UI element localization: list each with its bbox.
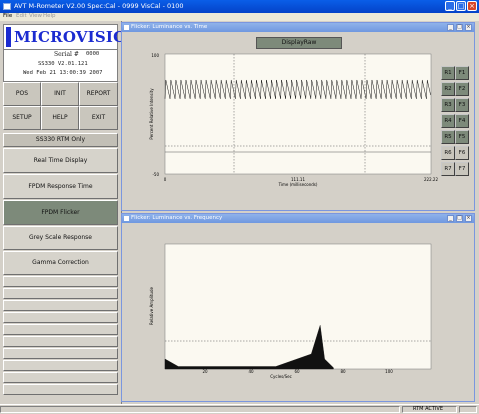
serial-label: Serial # <box>54 51 79 58</box>
empty-slot-button[interactable] <box>3 348 118 359</box>
empty-slot-button[interactable] <box>3 360 118 371</box>
status-segment <box>0 406 400 413</box>
window-title-bar[interactable]: AVT M-Rometer V2.00 Spec:Cal - 0999 VisC… <box>0 0 479 13</box>
f5-button[interactable]: F5 <box>455 130 469 144</box>
empty-slot-button[interactable] <box>3 336 118 347</box>
empty-slot-button[interactable] <box>3 312 118 323</box>
plot-area <box>164 243 432 370</box>
window-icon <box>124 25 129 30</box>
luminance-time-title: Flicker: Luminance vs. Time <box>131 24 208 30</box>
nav-gamma-correction[interactable]: Gamma Correction <box>3 251 118 275</box>
serial-value: 0000 <box>86 51 100 57</box>
minimize-icon[interactable]: _ <box>447 24 454 31</box>
empty-slot-button[interactable] <box>3 300 118 311</box>
device-info-panel: Serial # 0000 SS330 V2.01.121 Wed Feb 21… <box>3 50 118 82</box>
exit-button[interactable]: EXIT <box>79 106 118 130</box>
status-segment <box>459 406 477 413</box>
r2-button[interactable]: R2 <box>441 82 455 96</box>
menu-help[interactable]: Help <box>43 13 56 19</box>
nav-fpdm-flicker[interactable]: FPDM Flicker <box>3 200 118 225</box>
minimize-icon[interactable]: _ <box>447 215 454 222</box>
f2-button[interactable]: F2 <box>455 82 469 96</box>
x-axis-label: Cycles/Sec <box>270 374 292 379</box>
help-button[interactable]: HELP <box>41 106 79 130</box>
r5-button[interactable]: R5 <box>441 130 455 144</box>
r1-button[interactable]: R1 <box>441 66 455 80</box>
status-text: RTM ACTIVE <box>402 406 457 413</box>
x-tick-label: 80 <box>340 369 346 374</box>
y-axis-label: Relative Amplitude <box>149 287 154 325</box>
minimize-button[interactable]: _ <box>445 1 455 11</box>
y-bottom-label: -50 <box>152 172 159 177</box>
f7-button[interactable]: F7 <box>455 162 469 176</box>
setup-button[interactable]: SETUP <box>3 106 41 130</box>
nav-real-time-display[interactable]: Real Time Display <box>3 148 118 173</box>
r4-button[interactable]: R4 <box>441 114 455 128</box>
x-right-label: 222.22 <box>424 177 438 182</box>
device-datetime: Wed Feb 21 13:00:39 2007 <box>23 70 103 76</box>
empty-slot-button[interactable] <box>3 288 118 299</box>
device-model: SS330 V2.01.121 <box>38 61 88 67</box>
empty-slot-button[interactable] <box>3 276 118 287</box>
f4-button[interactable]: F4 <box>455 114 469 128</box>
x-tick-label: 20 <box>202 369 208 374</box>
x-left-label: 0 <box>164 177 167 182</box>
nav-fpdm-response-time[interactable]: FPDM Response Time <box>3 174 118 199</box>
pos-button[interactable]: POS <box>3 82 41 106</box>
empty-slot-button[interactable] <box>3 324 118 335</box>
mode-label: SS330 RTM Only <box>3 133 118 147</box>
r6-button[interactable]: R6 <box>441 146 455 160</box>
logo-bar <box>6 27 11 47</box>
x-axis-label: Time (milliseconds) <box>278 182 318 187</box>
report-button[interactable]: REPORT <box>79 82 118 106</box>
x-tick-label: 40 <box>248 369 254 374</box>
nav-grey-scale-response[interactable]: Grey Scale Response <box>3 226 118 250</box>
menu-edit[interactable]: Edit <box>16 13 27 19</box>
app-icon <box>3 3 11 10</box>
empty-slot-button[interactable] <box>3 384 118 395</box>
plot-area <box>164 53 432 175</box>
menu-view[interactable]: View <box>29 13 42 19</box>
y-axis-label: Percent Relative Intensity <box>149 88 154 140</box>
maximize-button[interactable]: □ <box>456 1 466 11</box>
y-top-label: 100 <box>151 53 159 58</box>
x-tick-label: 60 <box>294 369 300 374</box>
window-icon <box>124 216 129 221</box>
luminance-time-chart: 100 -50 0 111.11 222.22 Time (millisecon… <box>149 53 438 187</box>
window-title: AVT M-Rometer V2.00 Spec:Cal - 0999 VisC… <box>14 2 184 10</box>
f3-button[interactable]: F3 <box>455 98 469 112</box>
f1-button[interactable]: F1 <box>455 66 469 80</box>
init-button[interactable]: INIT <box>41 82 79 106</box>
luminance-time-titlebar[interactable]: Flicker: Luminance vs. Time _ □ × <box>122 23 474 32</box>
r3-button[interactable]: R3 <box>441 98 455 112</box>
luminance-frequency-title: Flicker: Luminance vs. Frequency <box>131 215 223 221</box>
r7-button[interactable]: R7 <box>441 162 455 176</box>
menu-bar: File Edit View Help <box>0 13 479 21</box>
luminance-frequency-chart: 20 40 60 80 100 Cycles/Sec Relative Ampl… <box>149 243 432 379</box>
maximize-icon[interactable]: □ <box>456 215 463 222</box>
luminance-frequency-titlebar[interactable]: Flicker: Luminance vs. Frequency _ □ × <box>122 214 474 223</box>
empty-slot-button[interactable] <box>3 372 118 383</box>
f6-button[interactable]: F6 <box>455 146 469 160</box>
close-button[interactable]: × <box>467 1 477 11</box>
menu-file[interactable]: File <box>3 13 12 19</box>
logo-panel: MICROVISION <box>3 24 140 50</box>
x-tick-label: 100 <box>385 369 393 374</box>
maximize-icon[interactable]: □ <box>456 24 463 31</box>
close-icon[interactable]: × <box>465 215 472 222</box>
close-icon[interactable]: × <box>465 24 472 31</box>
